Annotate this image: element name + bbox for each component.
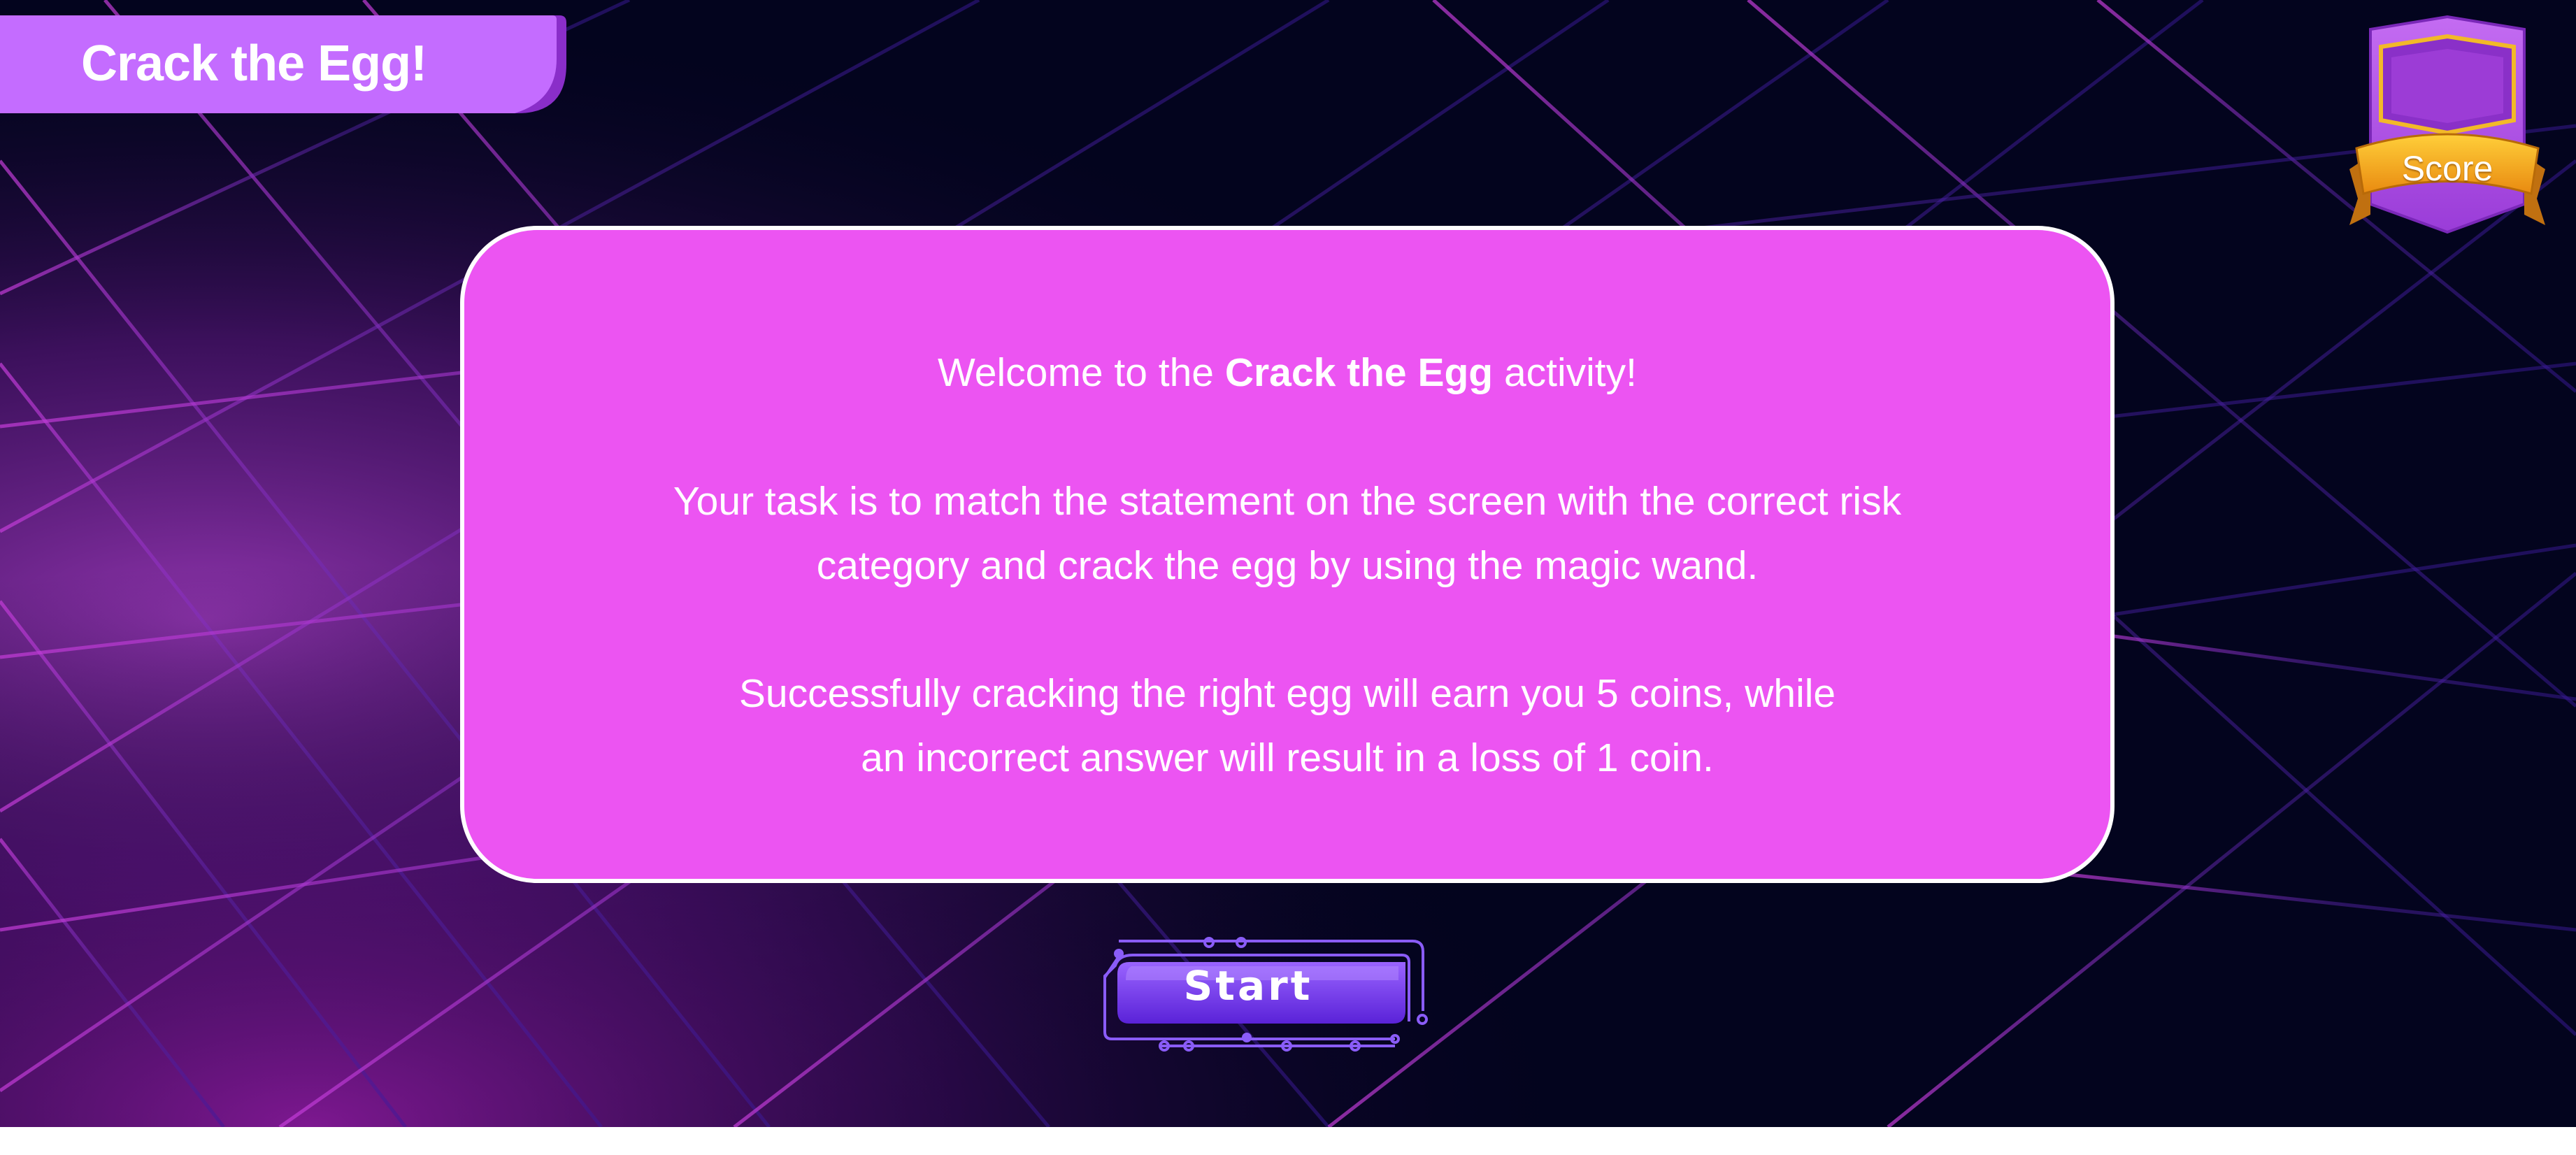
welcome-text-end: activity!: [1493, 350, 1637, 395]
game-stage: Crack the Egg! Score Welcome to the Crac…: [0, 0, 2576, 1127]
task-description: Your task is to match the statement on t…: [464, 469, 2110, 598]
reward-line-1: Successfully cracking the right egg will…: [738, 671, 1836, 716]
game-title: Crack the Egg!: [81, 36, 427, 92]
instructions-panel: Welcome to the Crack the Egg activity! Y…: [460, 226, 2115, 883]
start-button[interactable]: [1105, 964, 1315, 1029]
reward-line-2: an incorrect answer will result in a los…: [861, 736, 1714, 780]
start-button-frame[interactable]: [1077, 934, 1433, 1060]
reward-description: Successfully cracking the right egg will…: [464, 661, 2110, 790]
welcome-text-start: Welcome to the: [938, 350, 1225, 395]
shield-badge-icon[interactable]: [2342, 15, 2552, 239]
task-line-1: Your task is to match the statement on t…: [673, 479, 1902, 524]
task-line-2: category and crack the egg by using the …: [816, 543, 1759, 588]
welcome-line: Welcome to the Crack the Egg activity!: [464, 340, 2110, 405]
activity-name: Crack the Egg: [1224, 350, 1494, 395]
score-label: Score: [2401, 149, 2493, 188]
